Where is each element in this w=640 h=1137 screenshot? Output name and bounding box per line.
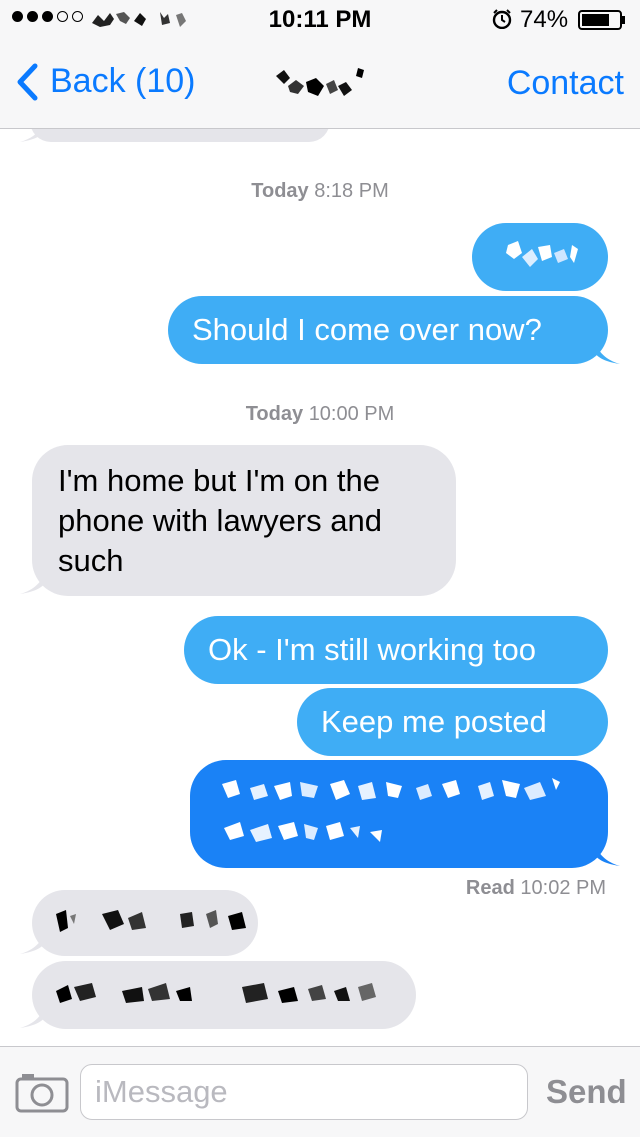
timestamp-time: 10:00 PM [308,403,395,425]
message-bubble-outgoing[interactable]: Keep me posted [297,688,608,756]
message-bubble-incoming-redacted[interactable] [32,961,416,1029]
message-bubble-outgoing[interactable]: Ok - I'm still working too [184,616,608,684]
timestamp-header: Today 10:00 PM [0,403,640,426]
bubble-tail [20,1004,46,1028]
message-text: Should I come over now? [192,312,542,347]
timestamp-day: Today [245,403,304,425]
timestamp-day: Today [251,180,309,202]
back-button-label: Back (10) [50,62,196,100]
message-text: Keep me posted [321,704,547,739]
message-bubble-outgoing-redacted[interactable] [190,760,608,868]
message-text: Ok - I'm still working too [208,632,537,667]
send-button[interactable]: Send [546,1073,627,1111]
redacted-text [506,241,578,267]
back-button[interactable]: Back (10) [16,62,196,101]
timestamp-header: Today 8:18 PM [0,180,640,203]
redacted-text [56,983,376,1003]
read-receipt: Read 10:02 PM [466,877,606,900]
camera-icon[interactable] [14,1071,70,1113]
bubble-tail [20,930,46,954]
read-time: 10:02 PM [520,877,606,899]
bubble-tail [20,570,46,594]
navigation-bar: Back (10) Contact [0,40,640,128]
top-bar: 10:11 PM 74% Back (10) Contact [0,0,640,129]
contact-button[interactable]: Contact [507,64,624,103]
message-text: I'm home but I'm on the phone with lawye… [58,463,382,578]
chevron-left-icon [17,63,38,100]
contact-name-redacted [276,68,364,96]
redacted-text [222,778,560,842]
status-bar: 10:11 PM 74% [0,0,640,40]
redacted-text [56,910,246,932]
message-input-bar: Send [0,1046,640,1137]
imessage-input[interactable] [80,1064,528,1120]
bubble-tail [594,842,620,866]
read-label: Read [465,877,515,899]
message-bubble-outgoing-redacted[interactable] [472,223,608,291]
message-bubble-outgoing[interactable]: Should I come over now? [168,296,608,364]
battery-percentage: 74% [520,6,569,33]
message-bubble-incoming-redacted[interactable] [32,890,258,956]
timestamp-time: 8:18 PM [314,180,389,202]
alarm-clock-icon [492,9,512,29]
battery-icon [578,10,625,30]
bubble-tail [594,340,620,364]
message-bubble-incoming[interactable]: I'm home but I'm on the phone with lawye… [32,445,456,596]
